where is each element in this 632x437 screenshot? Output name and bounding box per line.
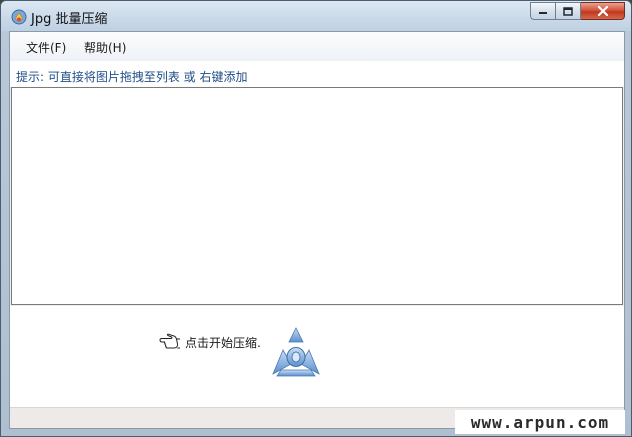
hint-area: 提示: 可直接将图片拖拽至列表 或 右键添加 (10, 61, 624, 87)
app-window: Jpg 批量压缩 文件(F) 帮助(H) 提示: 可直接将图片拖拽至列表 或 右… (0, 0, 632, 437)
title-bar[interactable]: Jpg 批量压缩 (1, 1, 631, 31)
window-controls (530, 2, 625, 20)
menu-help[interactable]: 帮助(H) (80, 39, 130, 56)
watermark: www.arpun.com (455, 410, 625, 434)
maximize-button[interactable] (556, 2, 581, 20)
menu-file[interactable]: 文件(F) (22, 39, 70, 56)
start-compress-button[interactable]: 点击开始压缩. (158, 333, 261, 351)
file-list[interactable] (11, 87, 623, 305)
app-icon (11, 9, 27, 25)
menu-bar: 文件(F) 帮助(H) (10, 32, 624, 61)
client-area: 文件(F) 帮助(H) 提示: 可直接将图片拖拽至列表 或 右键添加 点击开始压… (9, 31, 625, 429)
close-button[interactable] (581, 2, 625, 20)
action-panel: 点击开始压缩. (10, 306, 624, 408)
start-compress-label: 点击开始压缩. (185, 335, 261, 350)
minimize-icon (539, 12, 547, 14)
minimize-button[interactable] (530, 2, 556, 20)
triangle-logo-icon (272, 327, 320, 377)
pointing-hand-icon (159, 333, 180, 349)
hint-text: 提示: 可直接将图片拖拽至列表 或 右键添加 (16, 70, 248, 84)
window-title: Jpg 批量压缩 (31, 12, 108, 27)
close-icon (597, 6, 608, 16)
maximize-icon (563, 6, 573, 16)
